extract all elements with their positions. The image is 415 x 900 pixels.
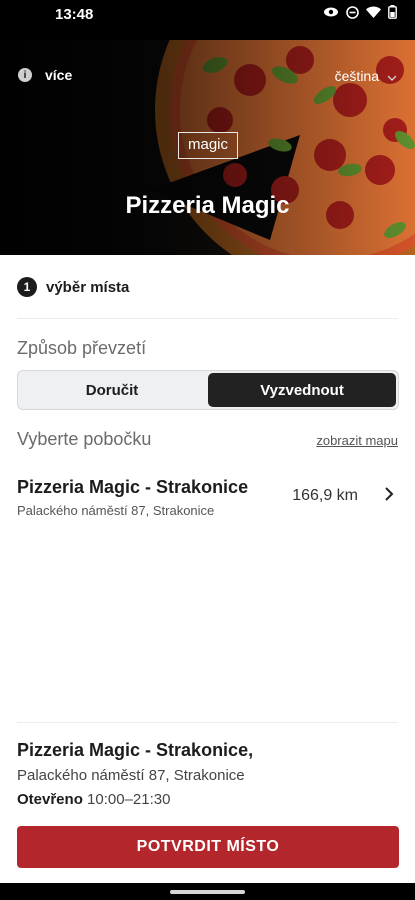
pickup-method-label: Způsob převzetí — [17, 338, 147, 358]
status-time: 13:48 — [55, 6, 94, 23]
step-number: 1 — [17, 277, 37, 297]
summary-address: Palackého náměstí 87, Strakonice — [17, 767, 245, 784]
hours-value: 10:00–21:30 — [87, 791, 171, 808]
pickup-method-toggle: Doručit Vyzvednout — [17, 370, 399, 410]
open-status: Otevřeno — [17, 791, 83, 808]
language-label: čeština — [334, 68, 379, 84]
chevron-right-icon — [384, 486, 394, 507]
chevron-down-icon — [387, 68, 397, 84]
more-label: více — [45, 67, 73, 83]
branch-distance: 166,9 km — [292, 487, 358, 504]
branch-address: Palackého náměstí 87, Strakonice — [17, 503, 215, 518]
navigation-bar — [0, 883, 415, 900]
location-sheet: 1 výběr místa Způsob převzetí Doručit Vy… — [0, 255, 415, 883]
branch-name: Pizzeria Magic - Strakonice — [17, 477, 249, 497]
status-icons — [323, 5, 397, 19]
hero-header: i více čeština magic Pizzeria Magic — [0, 40, 415, 255]
divider — [17, 318, 398, 319]
branch-list-item[interactable]: Pizzeria Magic - Strakonice Palackého ná… — [17, 475, 398, 525]
delivery-option[interactable]: Doručit — [18, 371, 206, 409]
opening-hours: Otevřeno 10:00–21:30 — [17, 791, 170, 808]
step-indicator: 1 výběr místa — [17, 277, 129, 297]
restaurant-title: Pizzeria Magic — [125, 192, 290, 219]
pickup-option[interactable]: Vyzvednout — [208, 373, 396, 407]
status-bar: 13:48 — [0, 0, 415, 40]
summary-name: Pizzeria Magic - Strakonice, — [17, 740, 254, 760]
step-label: výběr místa — [46, 278, 130, 296]
magic-logo: magic — [178, 132, 238, 159]
divider — [17, 722, 398, 723]
more-button[interactable]: i více — [18, 67, 72, 83]
home-indicator[interactable] — [170, 890, 245, 894]
info-icon: i — [18, 68, 32, 82]
do-not-disturb-icon — [346, 5, 359, 19]
show-map-link[interactable]: zobrazit mapu — [316, 433, 398, 448]
eye-icon — [323, 6, 339, 18]
language-selector[interactable]: čeština — [335, 68, 397, 84]
wifi-icon — [366, 6, 381, 18]
confirm-location-button[interactable]: POTVRDIT MÍSTO — [17, 826, 399, 868]
branch-label: Vyberte pobočku — [17, 429, 152, 449]
battery-icon — [388, 5, 397, 19]
